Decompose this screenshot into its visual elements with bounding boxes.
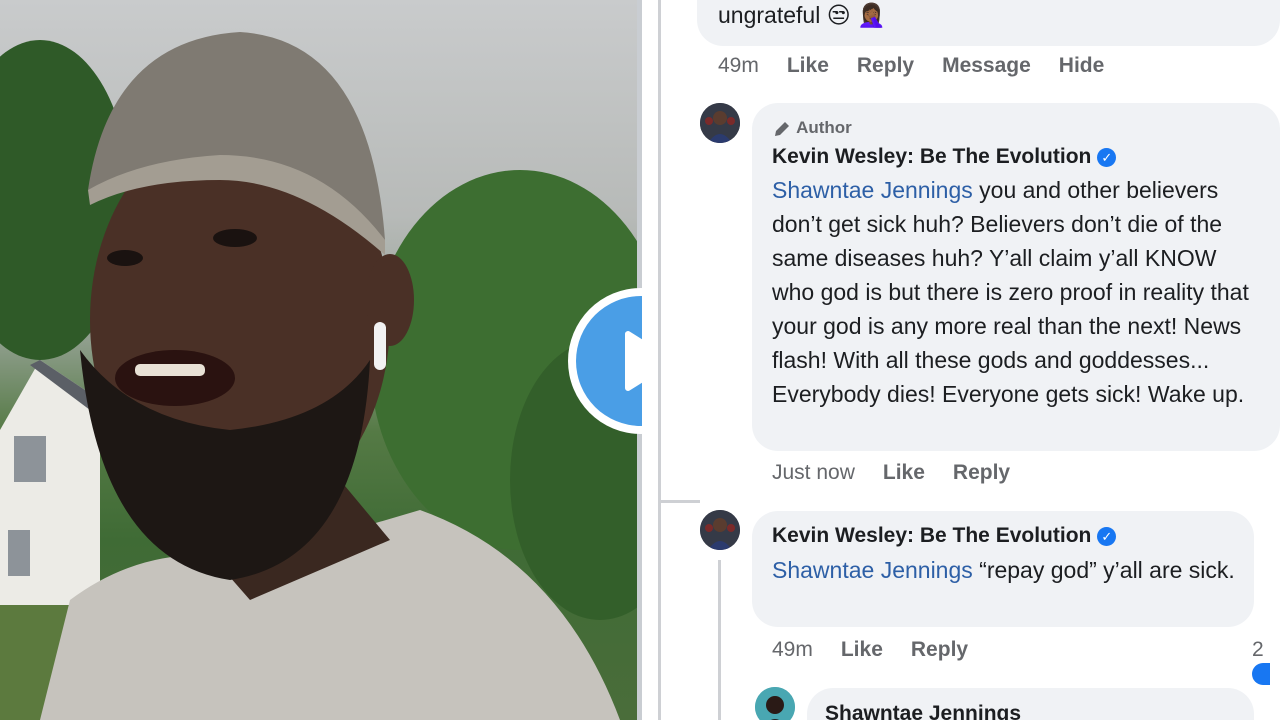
comment-actions: 49m Like Reply Message Hide [718, 54, 1104, 78]
author-badge: Author [772, 118, 852, 139]
verified-icon: ✓ [1097, 526, 1117, 546]
avatar[interactable] [700, 103, 740, 143]
avatar[interactable] [700, 510, 740, 550]
author-name-text: Kevin Wesley: Be The Evolution [772, 145, 1092, 168]
like-button[interactable]: Like [787, 54, 829, 78]
comment-text: ungrateful [718, 2, 821, 28]
message-button[interactable]: Message [942, 54, 1031, 78]
video-player[interactable] [0, 0, 637, 720]
comment-feed: ungrateful 😒 🤦🏾‍♀️ 49m Like Reply Messag… [642, 0, 1280, 720]
pencil-icon [775, 121, 789, 136]
comment-time: 49m [718, 54, 759, 77]
thread-line [658, 0, 661, 720]
author-badge-label: Author [796, 118, 852, 137]
comment-bubble: Kevin Wesley: Be The Evolution ✓ Shawntae… [752, 511, 1254, 627]
comment-actions: 49m Like Reply [772, 638, 968, 662]
verified-icon: ✓ [1097, 147, 1117, 167]
comment-bubble: ungrateful 😒 🤦🏾‍♀️ [697, 0, 1280, 46]
like-button[interactable]: Like [883, 461, 925, 485]
like-button[interactable]: Like [841, 638, 883, 662]
comment-bubble: Shawntae Jennings [807, 688, 1254, 720]
reply-button[interactable]: Reply [857, 54, 914, 78]
video-frame [0, 32, 637, 720]
comment-author-name[interactable]: Kevin Wesley: Be The Evolution ✓ [772, 145, 1117, 169]
hide-button[interactable]: Hide [1059, 54, 1105, 78]
comment-actions: Just now Like Reply [772, 461, 1010, 485]
avatar[interactable] [755, 687, 795, 720]
reaction-count: 2 [1252, 638, 1264, 661]
comment-author-name[interactable]: Kevin Wesley: Be The Evolution ✓ [772, 524, 1117, 548]
thread-line [658, 500, 700, 503]
comment-text: you and other believers don’t get sick h… [772, 177, 1249, 407]
comment-time: Just now [772, 461, 855, 484]
comment-time: 49m [772, 638, 813, 661]
mention-link[interactable]: Shawntae Jennings [772, 177, 973, 203]
mention-link[interactable]: Shawntae Jennings [772, 557, 973, 583]
like-reaction-icon [1252, 663, 1270, 686]
reaction-summary[interactable]: 2 [1252, 638, 1280, 686]
emoji: 😒 🤦🏾‍♀️ [826, 2, 886, 28]
comment-author-name[interactable]: Shawntae Jennings [825, 702, 1021, 720]
thread-line [718, 560, 721, 720]
comment-text: “repay god” y’all are sick. [979, 557, 1235, 583]
reply-button[interactable]: Reply [953, 461, 1010, 485]
reply-button[interactable]: Reply [911, 638, 968, 662]
comment-bubble: Author Kevin Wesley: Be The Evolution ✓ S… [752, 103, 1280, 451]
author-name-text: Kevin Wesley: Be The Evolution [772, 524, 1092, 547]
